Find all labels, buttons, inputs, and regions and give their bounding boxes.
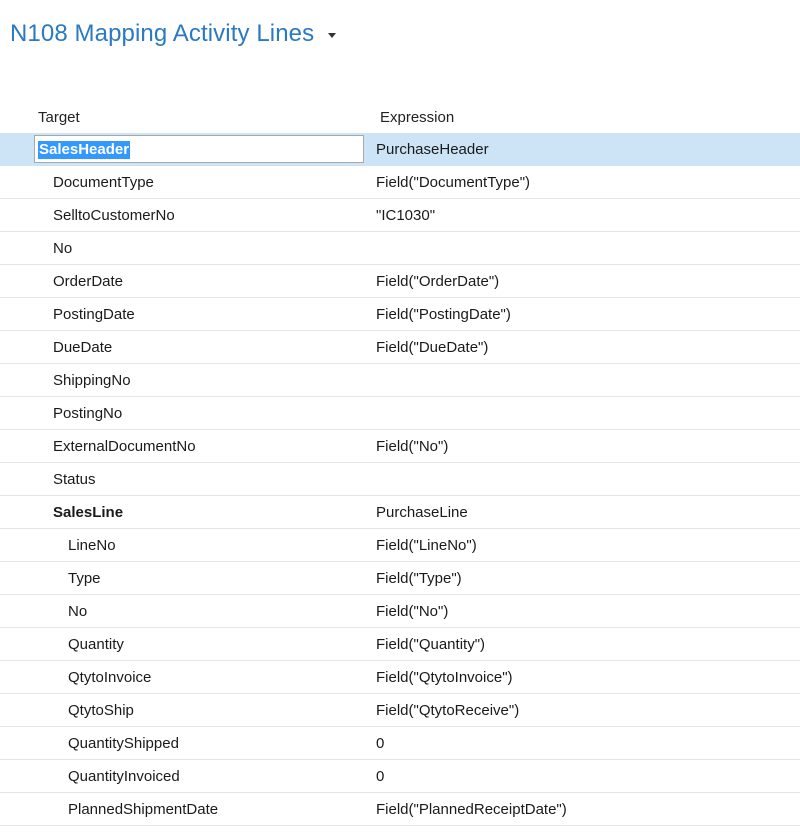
row-expression: Field("DocumentType") <box>376 174 531 191</box>
table-row[interactable]: No <box>0 232 800 265</box>
row-expression: Field("LineNo") <box>376 537 477 554</box>
column-header-target[interactable]: Target <box>38 109 80 126</box>
table-row[interactable]: QuantityInvoiced 0 <box>0 760 800 793</box>
table-row[interactable]: LineNo Field("LineNo") <box>0 529 800 562</box>
table-row[interactable]: SalesHeader PurchaseHeader <box>0 133 800 166</box>
row-target: ExternalDocumentNo <box>53 438 196 455</box>
row-target: ShippingNo <box>53 372 131 389</box>
row-expression: 0 <box>376 768 385 785</box>
row-target: SelltoCustomerNo <box>53 207 175 224</box>
table-row[interactable]: Status <box>0 463 800 496</box>
row-expression: Field("QtytoReceive") <box>376 702 520 719</box>
row-target: QtytoInvoice <box>68 669 152 686</box>
table-row[interactable]: QtytoInvoice Field("QtytoInvoice") <box>0 661 800 694</box>
column-header-expression[interactable]: Expression <box>380 109 454 126</box>
grid-rows: SalesHeader PurchaseHeader DocumentType Fie… <box>0 133 800 826</box>
table-row[interactable]: DocumentType Field("DocumentType") <box>0 166 800 199</box>
table-row[interactable]: SelltoCustomerNo "IC1030" <box>0 199 800 232</box>
grid-header: Target Expression <box>0 100 800 133</box>
row-target: SalesHeader <box>38 141 131 159</box>
row-expression: "IC1030" <box>376 207 436 224</box>
title-bar: N108 Mapping Activity Lines <box>10 20 337 48</box>
row-expression: Field("OrderDate") <box>376 273 500 290</box>
page-title[interactable]: N108 Mapping Activity Lines <box>10 20 314 48</box>
table-row[interactable]: PlannedShipmentDate Field("PlannedReceipt… <box>0 793 800 826</box>
row-expression: Field("No") <box>376 603 449 620</box>
table-row[interactable]: ExternalDocumentNo Field("No") <box>0 430 800 463</box>
row-expression: Field("PlannedReceiptDate") <box>376 801 567 818</box>
row-expression: Field("QtytoInvoice") <box>376 669 513 686</box>
row-target: SalesLine <box>53 504 124 521</box>
table-row[interactable]: No Field("No") <box>0 595 800 628</box>
row-expression: PurchaseHeader <box>376 141 489 158</box>
table-row[interactable]: Quantity Field("Quantity") <box>0 628 800 661</box>
row-target: No <box>68 603 88 620</box>
row-target: OrderDate <box>53 273 124 290</box>
table-row[interactable]: OrderDate Field("OrderDate") <box>0 265 800 298</box>
row-target: QuantityShipped <box>68 735 179 752</box>
table-row[interactable]: SalesLine PurchaseLine <box>0 496 800 529</box>
table-row[interactable]: DueDate Field("DueDate") <box>0 331 800 364</box>
mapping-page: N108 Mapping Activity Lines Target Expre… <box>0 0 800 836</box>
row-target: QtytoShip <box>68 702 134 719</box>
row-target: PlannedShipmentDate <box>68 801 219 818</box>
row-target: LineNo <box>68 537 116 554</box>
row-expression: 0 <box>376 735 385 752</box>
row-expression: Field("Quantity") <box>376 636 486 653</box>
table-row[interactable]: PostingNo <box>0 397 800 430</box>
row-expression: Field("Type") <box>376 570 462 587</box>
chevron-down-icon[interactable] <box>328 32 337 38</box>
row-expression: Field("No") <box>376 438 449 455</box>
row-target: Quantity <box>68 636 124 653</box>
row-expression: PurchaseLine <box>376 504 468 521</box>
target-edit-field[interactable]: SalesHeader <box>34 135 364 163</box>
row-target: PostingNo <box>53 405 123 422</box>
row-target: DocumentType <box>53 174 154 191</box>
row-expression: Field("PostingDate") <box>376 306 511 323</box>
row-target: QuantityInvoiced <box>68 768 180 785</box>
table-row[interactable]: PostingDate Field("PostingDate") <box>0 298 800 331</box>
row-target: DueDate <box>53 339 113 356</box>
row-target: Status <box>53 471 96 488</box>
row-target: PostingDate <box>53 306 135 323</box>
row-target: Type <box>68 570 101 587</box>
row-expression: Field("DueDate") <box>376 339 489 356</box>
mapping-grid: Target Expression SalesHeader PurchaseHea… <box>0 100 800 826</box>
table-row[interactable]: ShippingNo <box>0 364 800 397</box>
table-row[interactable]: QtytoShip Field("QtytoReceive") <box>0 694 800 727</box>
row-target: No <box>53 240 73 257</box>
table-row[interactable]: QuantityShipped 0 <box>0 727 800 760</box>
table-row[interactable]: Type Field("Type") <box>0 562 800 595</box>
